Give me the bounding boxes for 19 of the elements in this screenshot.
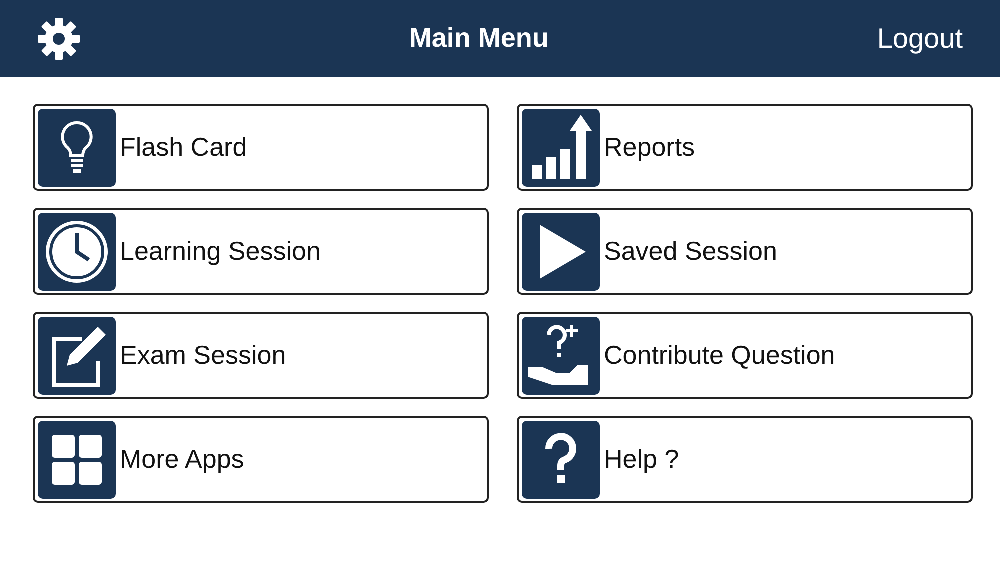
- menu-button[interactable]: Flash Card: [33, 104, 489, 191]
- grid-icon: [38, 420, 116, 498]
- play-icon: [522, 212, 600, 290]
- menu-button[interactable]: Reports: [517, 104, 973, 191]
- lightbulb-icon: [38, 108, 116, 186]
- menu-button[interactable]: Help ?: [517, 416, 973, 503]
- menu-button[interactable]: Contribute Question: [517, 312, 973, 399]
- page-title: Main Menu: [409, 22, 549, 56]
- menu-button[interactable]: Exam Session: [33, 312, 489, 399]
- clock-icon: [38, 212, 116, 290]
- bar-chart-icon: [522, 108, 600, 186]
- hand-question-icon: [522, 316, 600, 394]
- question-icon: [522, 420, 600, 498]
- logout-button[interactable]: Logout: [877, 18, 963, 60]
- settings-icon[interactable]: [37, 16, 81, 60]
- edit-icon: [38, 316, 116, 394]
- menu-button[interactable]: Learning Session: [33, 208, 489, 295]
- menu-button[interactable]: Saved Session: [517, 208, 973, 295]
- menu-button[interactable]: More Apps: [33, 416, 489, 503]
